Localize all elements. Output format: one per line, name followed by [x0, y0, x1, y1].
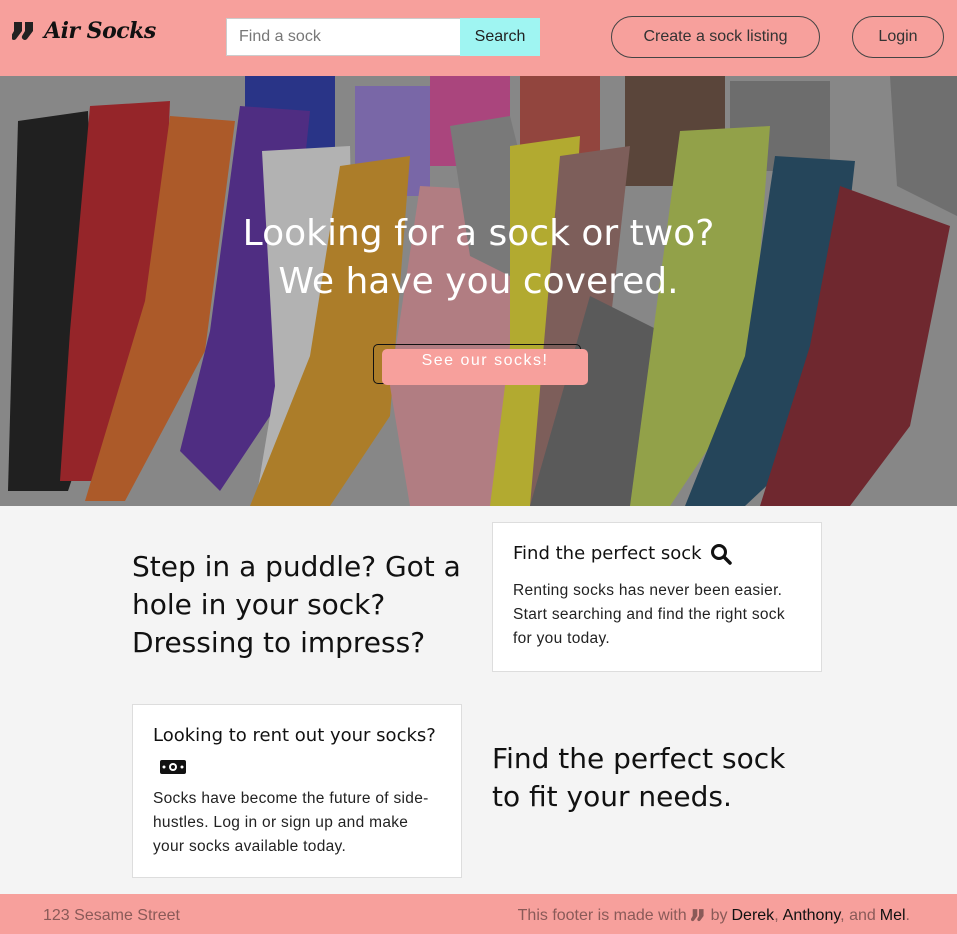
search-button[interactable]: Search — [460, 18, 540, 56]
footer-sep-2: , and — [840, 907, 876, 924]
card-find-sock: Find the perfect sock Renting socks has … — [492, 522, 822, 672]
see-socks-button[interactable]: See our socks! — [373, 344, 588, 385]
author-link-derek[interactable]: Derek — [732, 907, 775, 924]
footer: 123 Sesame Street This footer is made wi… — [0, 894, 957, 934]
hero-title-line-2: We have you covered. — [278, 261, 679, 302]
search-icon — [710, 544, 732, 565]
footer-credits: This footer is made with by Derek, Antho… — [518, 907, 910, 925]
hero-banner: Looking for a sock or two? We have you c… — [0, 76, 957, 506]
card-rent-socks-heading: Looking to rent out your socks? — [153, 725, 436, 746]
create-listing-button[interactable]: Create a sock listing — [611, 16, 820, 58]
hero-title-line-1: Looking for a sock or two? — [242, 213, 715, 254]
money-icon — [160, 760, 186, 774]
footer-address: 123 Sesame Street — [43, 907, 180, 924]
tagline-perfect-sock: Find the perfect sock to fit your needs. — [492, 742, 786, 813]
author-link-mel[interactable]: Mel — [880, 907, 906, 924]
brand-name: Air Socks — [44, 18, 156, 44]
footer-end: . — [905, 907, 910, 924]
author-link-anthony[interactable]: Anthony — [783, 907, 841, 924]
hero-title: Looking for a sock or two? We have you c… — [0, 210, 957, 306]
login-button[interactable]: Login — [852, 16, 944, 58]
search-input[interactable] — [226, 18, 460, 56]
card-rent-socks-title: Looking to rent out your socks? — [153, 723, 441, 777]
footer-credits-prefix: This footer is made with — [517, 907, 687, 924]
socks-icon — [690, 909, 704, 922]
card-find-sock-text: Renting socks has never been easier. Sta… — [513, 582, 785, 647]
socks-icon — [12, 19, 33, 40]
footer-sep-1: , — [774, 907, 779, 924]
card-find-sock-title: Find the perfect sock — [513, 541, 801, 567]
see-socks-button-label[interactable]: See our socks! — [382, 349, 588, 385]
brand-logo[interactable]: Air Socks — [12, 14, 156, 48]
features-section: Step in a puddle? Got a hole in your soc… — [0, 506, 957, 894]
navbar: Air Socks Search Create a sock listing L… — [0, 0, 957, 76]
footer-credits-by: by — [710, 907, 728, 924]
card-find-sock-heading: Find the perfect sock — [513, 543, 702, 564]
card-rent-socks: Looking to rent out your socks? Socks ha… — [132, 704, 462, 878]
card-rent-socks-text: Socks have become the future of side-hus… — [153, 790, 429, 855]
tagline-puddle: Step in a puddle? Got a hole in your soc… — [132, 550, 461, 659]
